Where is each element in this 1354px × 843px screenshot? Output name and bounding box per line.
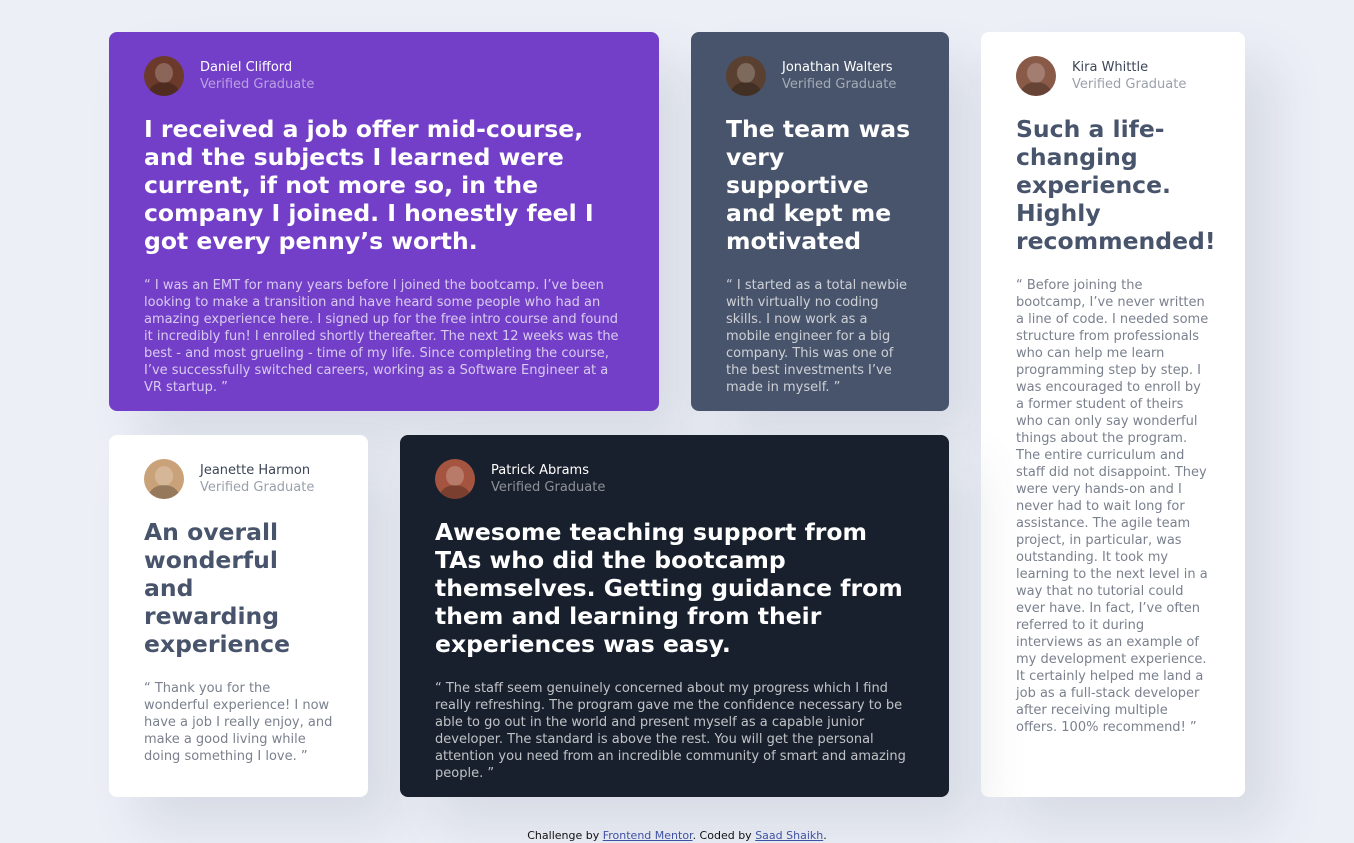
author-header: Patrick Abrams Verified Graduate [435,459,914,499]
author-header: Kira Whittle Verified Graduate [1016,56,1210,96]
testimonial-quote: “ I was an EMT for many years before I j… [144,278,619,395]
avatar [726,56,766,96]
author-link[interactable]: Saad Shaikh [755,829,823,842]
author-role: Verified Graduate [782,77,897,92]
author-name: Kira Whittle [1072,60,1149,75]
author-name: Daniel Clifford [200,60,293,75]
avatar [1016,56,1056,96]
testimonial-card-patrick: Patrick Abrams Verified Graduate Awesome… [400,435,949,797]
author-name: Patrick Abrams [491,463,589,478]
testimonial-quote: “ I started as a total newbie with virtu… [726,278,908,395]
author-role: Verified Graduate [200,77,315,92]
testimonial-card-kira: Kira Whittle Verified Graduate Such a li… [981,32,1245,797]
author-role: Verified Graduate [1072,77,1187,92]
avatar [144,459,184,499]
attribution-footer: Challenge by Frontend Mentor. Coded by S… [0,829,1354,842]
testimonial-headline: I received a job offer mid-course, and t… [144,115,594,255]
attribution-suffix: . [823,829,827,842]
testimonial-headline: An overall wonderful and rewarding exper… [144,518,291,658]
author-name: Jonathan Walters [782,60,893,75]
testimonial-headline: Awesome teaching support from TAs who di… [435,518,903,658]
author-role: Verified Graduate [200,480,315,495]
frontend-mentor-link[interactable]: Frontend Mentor [603,829,693,842]
attribution-prefix: Challenge by [527,829,603,842]
attribution-middle: . Coded by [692,829,756,842]
author-role: Verified Graduate [491,480,606,495]
testimonial-headline: Such a life-changing experience. Highly … [1016,115,1216,255]
testimonial-card-jeanette: Jeanette Harmon Verified Graduate An ove… [109,435,368,797]
author-header: Jonathan Walters Verified Graduate [726,56,914,96]
avatar [435,459,475,499]
author-header: Daniel Clifford Verified Graduate [144,56,624,96]
author-name: Jeanette Harmon [200,463,311,478]
author-header: Jeanette Harmon Verified Graduate [144,459,333,499]
testimonial-card-jonathan: Jonathan Walters Verified Graduate The t… [691,32,949,411]
testimonial-quote: “ Before joining the bootcamp, I’ve neve… [1016,278,1209,735]
testimonial-headline: The team was very supportive and kept me… [726,115,911,255]
avatar [144,56,184,96]
testimonial-quote: “ The staff seem genuinely concerned abo… [435,681,906,781]
testimonial-card-daniel: Daniel Clifford Verified Graduate I rece… [109,32,659,411]
testimonial-quote: “ Thank you for the wonderful experience… [144,681,333,764]
